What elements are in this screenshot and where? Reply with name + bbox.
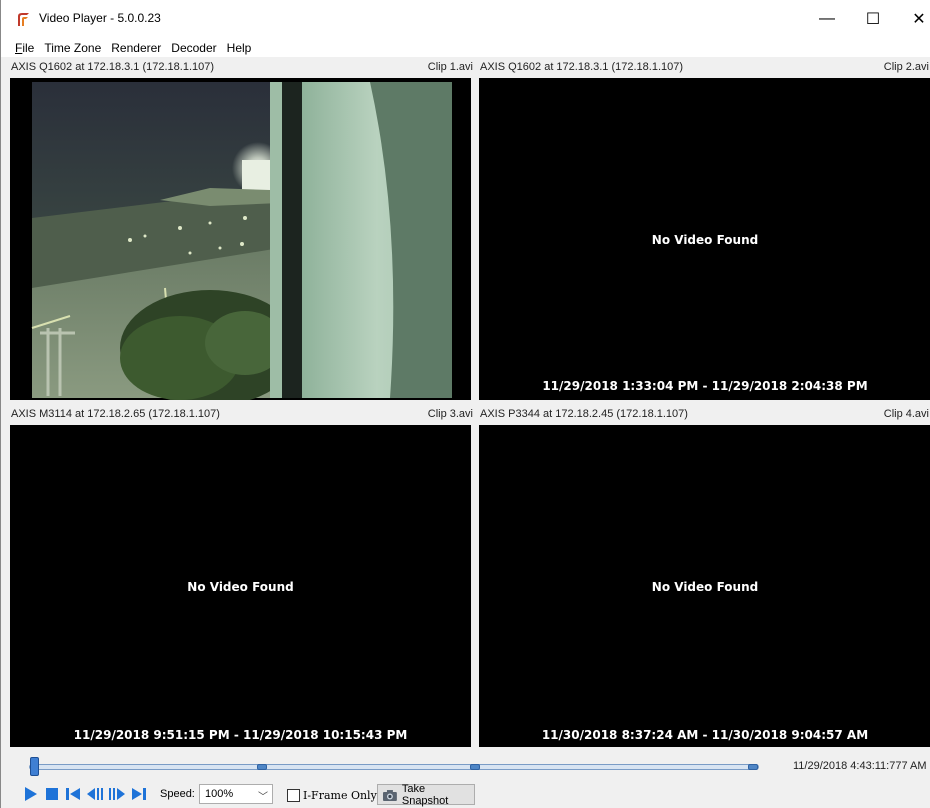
iframe-only-label[interactable]: I-Frame Only [303, 789, 377, 802]
skip-to-start-button[interactable] [64, 786, 82, 802]
step-forward-icon [109, 788, 125, 800]
play-button[interactable] [23, 786, 39, 802]
window-title: Video Player - 5.0.0.23 [39, 11, 161, 25]
pane-2-header: AXIS Q1602 at 172.18.3.1 (172.18.1.107) … [478, 57, 930, 78]
pane-3-camera-label: AXIS M3114 at 172.18.2.65 (172.18.1.107) [11, 408, 220, 420]
timeline-clip-marker [257, 764, 267, 770]
camera-frame-image [10, 78, 471, 400]
timeline-clip-marker [748, 764, 758, 770]
menu-renderer[interactable]: Renderer [111, 41, 161, 55]
pane-2-time-range: 11/29/2018 1:33:04 PM - 11/29/2018 2:04:… [542, 379, 868, 393]
pane-3-status: No Video Found [187, 580, 294, 594]
iframe-only-checkbox[interactable] [287, 789, 300, 802]
title-bar: Video Player - 5.0.0.23 — ☐ ✕ [1, 0, 930, 38]
pane-4-clip-label: Clip 4.avi [883, 408, 929, 420]
speed-value: 100% [205, 788, 234, 800]
pane-3-video[interactable]: No Video Found 11/29/2018 9:51:15 PM - 1… [10, 425, 471, 747]
pane-1-clip-label: Clip 1.avi [427, 61, 473, 73]
menu-bar: File Time Zone Renderer Decoder Help [1, 38, 930, 57]
pane-1-camera-label: AXIS Q1602 at 172.18.3.1 (172.18.1.107) [11, 61, 215, 73]
step-back-button[interactable] [86, 786, 104, 802]
timeline-thumb[interactable] [30, 757, 39, 776]
take-snapshot-label: Take Snapshot [401, 782, 449, 807]
skip-to-end-icon [132, 788, 146, 800]
camera-icon [382, 789, 397, 801]
step-forward-button[interactable] [108, 786, 126, 802]
pane-1-video[interactable] [10, 78, 471, 400]
pane-4-video[interactable]: No Video Found 11/30/2018 8:37:24 AM - 1… [479, 425, 930, 747]
play-icon [25, 787, 37, 801]
pane-2-camera-label: AXIS Q1602 at 172.18.3.1 (172.18.1.107) [480, 61, 684, 73]
stop-icon [46, 788, 58, 800]
menu-time-zone[interactable]: Time Zone [44, 41, 101, 55]
maximize-icon: ☐ [865, 11, 881, 28]
timeline-track[interactable] [29, 764, 759, 770]
skip-to-end-button[interactable] [130, 786, 148, 802]
pane-3-clip-label: Clip 3.avi [427, 408, 473, 420]
pane-2-clip-label: Clip 2.avi [883, 61, 929, 73]
close-icon: ✕ [912, 11, 926, 28]
chevron-down-icon: ﹀ [258, 792, 268, 803]
app-logo-icon [18, 13, 29, 26]
maximize-button[interactable]: ☐ [850, 0, 896, 38]
minimize-button[interactable]: — [804, 0, 850, 38]
pane-3-time-range: 11/29/2018 9:51:15 PM - 11/29/2018 10:15… [73, 728, 408, 742]
speed-label: Speed: [160, 788, 195, 800]
stop-button[interactable] [44, 786, 60, 802]
pane-4-status: No Video Found [651, 580, 759, 594]
pane-4-header: AXIS P3344 at 172.18.2.45 (172.18.1.107)… [478, 404, 930, 425]
menu-decoder[interactable]: Decoder [171, 41, 216, 55]
speed-select[interactable]: 100% ﹀ [199, 784, 273, 804]
current-time-readout: 11/29/2018 4:43:11:777 AM [793, 760, 927, 772]
video-player-window: Video Player - 5.0.0.23 — ☐ ✕ File Time … [0, 0, 930, 808]
pane-1-header: AXIS Q1602 at 172.18.3.1 (172.18.1.107) … [9, 57, 475, 78]
skip-to-start-icon [66, 788, 80, 800]
pane-3-header: AXIS M3114 at 172.18.2.65 (172.18.1.107)… [9, 404, 475, 425]
timeline-clip-marker [470, 764, 480, 770]
take-snapshot-button[interactable]: Take Snapshot [377, 782, 475, 807]
minimize-icon: — [819, 10, 835, 27]
menu-file[interactable]: File [15, 41, 34, 55]
menu-help[interactable]: Help [227, 41, 252, 55]
close-button[interactable]: ✕ [896, 0, 930, 38]
pane-2-video[interactable]: No Video Found 11/29/2018 1:33:04 PM - 1… [479, 78, 930, 400]
pane-4-camera-label: AXIS P3344 at 172.18.2.45 (172.18.1.107) [480, 408, 688, 420]
pane-4-time-range: 11/30/2018 8:37:24 AM - 11/30/2018 9:04:… [541, 728, 869, 742]
step-back-icon [87, 788, 103, 800]
pane-2-status: No Video Found [651, 233, 759, 247]
